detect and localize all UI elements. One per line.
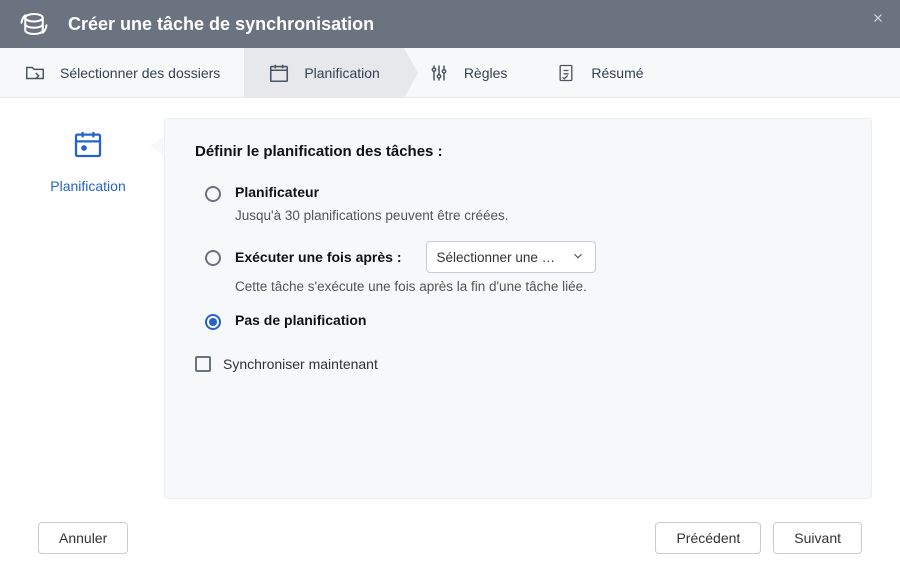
next-button[interactable]: Suivant (773, 522, 862, 554)
step-indicator-card: Planification (28, 118, 148, 499)
option-label-scheduler: Planificateur (235, 184, 319, 200)
option-label-run-once: Exécuter une fois après : (235, 249, 402, 265)
wizard-footer: Annuler Précédent Suivant (0, 509, 900, 567)
clipboard-check-icon (555, 62, 577, 84)
settings-panel: Définir le planification des tâches : Pl… (164, 118, 872, 499)
calendar-icon (268, 62, 290, 84)
radio-scheduler[interactable] (205, 186, 221, 202)
select-placeholder: Sélectionner une … (437, 250, 556, 265)
pointer-triangle (150, 136, 164, 156)
calendar-icon (70, 126, 106, 162)
step-planning[interactable]: Planification (244, 48, 404, 97)
linked-task-select[interactable]: Sélectionner une … (426, 241, 596, 273)
radio-no-schedule[interactable] (205, 314, 221, 330)
wizard-title: Créer une tâche de synchronisation (68, 14, 374, 35)
titlebar: Créer une tâche de synchronisation (0, 0, 900, 48)
option-label-no-schedule: Pas de planification (235, 312, 366, 328)
sync-app-icon (16, 6, 52, 42)
step-summary[interactable]: Résumé (531, 48, 667, 97)
sliders-icon (428, 62, 450, 84)
step-label: Résumé (591, 65, 643, 81)
step-select-folders[interactable]: Sélectionner des dossiers (0, 48, 244, 97)
option-desc-scheduler: Jusqu'à 30 planifications peuvent être c… (235, 208, 841, 223)
wizard-steps: Sélectionner des dossiers Planification … (0, 48, 900, 98)
previous-button[interactable]: Précédent (655, 522, 761, 554)
sync-now-checkbox[interactable] (195, 356, 211, 372)
step-rules[interactable]: Règles (404, 48, 532, 97)
step-label: Sélectionner des dossiers (60, 65, 220, 81)
chevron-down-icon (571, 249, 585, 266)
option-desc-run-once: Cette tâche s'exécute une fois après la … (235, 279, 841, 294)
sync-now-label: Synchroniser maintenant (223, 356, 378, 372)
panel-heading: Définir le planification des tâches : (195, 143, 841, 160)
step-label: Planification (304, 65, 380, 81)
cancel-button[interactable]: Annuler (38, 522, 128, 554)
close-icon[interactable] (868, 8, 888, 28)
folder-arrow-icon (24, 62, 46, 84)
step-label: Règles (464, 65, 508, 81)
radio-run-once-after[interactable] (205, 250, 221, 266)
step-indicator-label: Planification (28, 178, 148, 194)
